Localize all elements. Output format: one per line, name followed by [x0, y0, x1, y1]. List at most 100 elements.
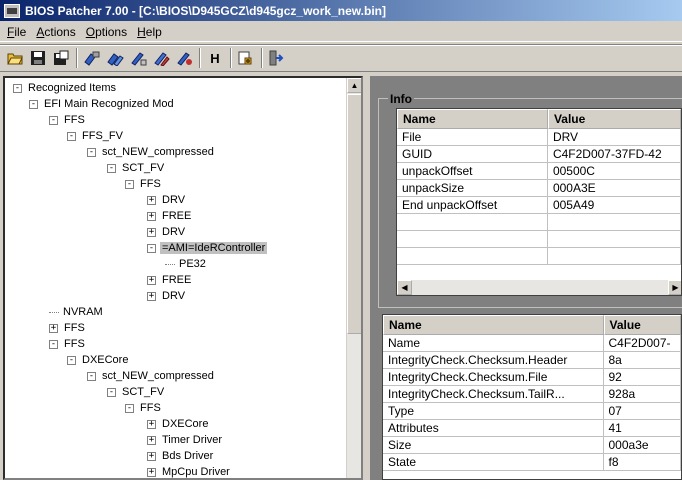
toolbar-separator: [199, 48, 201, 68]
tree-connector: [165, 263, 175, 265]
grid-row[interactable]: IntegrityCheck.Checksum.File 92: [383, 369, 681, 386]
menu-options[interactable]: Options: [81, 25, 132, 39]
grid-row[interactable]: unpackSize 000A3E: [397, 180, 681, 197]
tree-node[interactable]: + DRV: [147, 192, 187, 208]
tree-node-label: Bds Driver: [162, 450, 214, 462]
scroll-left-icon[interactable]: ◀: [397, 280, 412, 295]
expand-icon[interactable]: +: [147, 227, 156, 237]
tree-node[interactable]: - FFS: [49, 112, 87, 128]
cell-name: IntegrityCheck.Checksum.Header: [383, 352, 604, 368]
collapse-icon[interactable]: -: [125, 403, 134, 413]
info-horizontal-scrollbar[interactable]: ◀ ▶: [397, 280, 681, 295]
hex-icon[interactable]: H: [204, 47, 226, 69]
tree-node-label: DRV: [162, 290, 186, 302]
toolbar-separator: [230, 48, 232, 68]
expand-icon[interactable]: +: [147, 435, 156, 445]
tree-node[interactable]: - SCT_FV: [107, 160, 166, 176]
tree-node[interactable]: + FFS: [49, 320, 87, 336]
tree-node[interactable]: - FFS: [125, 400, 163, 416]
grid-row[interactable]: IntegrityCheck.Checksum.Header 8a: [383, 352, 681, 369]
tree-node[interactable]: + FREE: [147, 272, 193, 288]
tree-node[interactable]: + FREE: [147, 208, 193, 224]
replace-icon[interactable]: [173, 47, 195, 69]
collapse-icon[interactable]: -: [49, 339, 58, 349]
patch-all-icon[interactable]: [104, 47, 126, 69]
expand-icon[interactable]: +: [147, 291, 156, 301]
collapse-icon[interactable]: -: [107, 163, 116, 173]
grid-row[interactable]: IntegrityCheck.Checksum.TailR... 928a: [383, 386, 681, 403]
grid-row[interactable]: unpackOffset 00500C: [397, 163, 681, 180]
tree-node[interactable]: - SCT_FV: [107, 384, 166, 400]
scroll-right-icon[interactable]: ▶: [668, 280, 681, 295]
info-grid[interactable]: Name Value File DRV GUID C4F2D007-37FD-42 un…: [396, 108, 682, 296]
tree-node[interactable]: + DRV: [147, 224, 187, 240]
edit-all-icon[interactable]: [150, 47, 172, 69]
collapse-icon[interactable]: -: [29, 99, 38, 109]
save-disk-icon[interactable]: [27, 47, 49, 69]
collapse-icon[interactable]: -: [147, 243, 156, 253]
menu-file[interactable]: File: [2, 25, 31, 39]
tree-node[interactable]: + DRV: [147, 288, 187, 304]
grid-row[interactable]: Type 07: [383, 403, 681, 420]
tree-node[interactable]: - FFS_FV: [67, 128, 125, 144]
menu-help[interactable]: Help: [132, 25, 167, 39]
grid-row[interactable]: File DRV: [397, 129, 681, 146]
tree-node[interactable]: + MpCpu Driver: [147, 464, 232, 478]
grid-row[interactable]: Size 000a3e: [383, 437, 681, 454]
tree-node[interactable]: NVRAM: [49, 304, 105, 320]
tree-vertical-scrollbar[interactable]: ▲: [346, 78, 361, 478]
collapse-icon[interactable]: -: [125, 179, 134, 189]
expand-icon[interactable]: +: [147, 211, 156, 221]
tree-node[interactable]: - DXECore: [67, 352, 130, 368]
module-icon[interactable]: [235, 47, 257, 69]
tree-node[interactable]: - Recognized Items: [13, 80, 118, 96]
tree-node[interactable]: - =AMI=IdeRController: [147, 240, 268, 256]
collapse-icon[interactable]: -: [87, 371, 96, 381]
edit-icon[interactable]: [127, 47, 149, 69]
grid-row[interactable]: End unpackOffset 005A49: [397, 197, 681, 214]
cell-value: 005A49: [548, 197, 681, 213]
column-header-name[interactable]: Name: [397, 109, 548, 129]
grid-row[interactable]: Name C4F2D007-: [383, 335, 681, 352]
collapse-icon[interactable]: -: [49, 115, 58, 125]
collapse-icon[interactable]: -: [107, 387, 116, 397]
tree-node[interactable]: - sct_NEW_compressed: [87, 368, 216, 384]
scroll-up-icon[interactable]: ▲: [347, 78, 361, 93]
patch-icon[interactable]: [81, 47, 103, 69]
expand-icon[interactable]: +: [147, 419, 156, 429]
details-grid[interactable]: Name Value Name C4F2D007- IntegrityCheck.C…: [382, 314, 682, 480]
expand-icon[interactable]: +: [147, 275, 156, 285]
cell-value: 00500C: [548, 163, 681, 179]
tree-node[interactable]: PE32: [165, 256, 208, 272]
tree-node-label: =AMI=IdeRController: [160, 242, 268, 254]
column-header-value[interactable]: Value: [547, 109, 681, 129]
column-header-name[interactable]: Name: [383, 315, 604, 335]
tree-node[interactable]: - sct_NEW_compressed: [87, 144, 216, 160]
tree-node-label: FFS: [64, 114, 85, 126]
grid-row[interactable]: State f8: [383, 454, 681, 471]
tree-node[interactable]: + Bds Driver: [147, 448, 215, 464]
collapse-icon[interactable]: -: [87, 147, 96, 157]
scrollbar-thumb[interactable]: [347, 94, 361, 334]
expand-icon[interactable]: +: [49, 323, 58, 333]
column-header-value[interactable]: Value: [603, 315, 681, 335]
grid-row[interactable]: Attributes 41: [383, 420, 681, 437]
collapse-icon[interactable]: -: [13, 83, 22, 93]
exit-icon[interactable]: [266, 47, 288, 69]
empty-grid-row: [397, 214, 681, 231]
save-as-icon[interactable]: [50, 47, 72, 69]
tree-node[interactable]: - FFS: [49, 336, 87, 352]
collapse-icon[interactable]: -: [67, 355, 76, 365]
tree-node[interactable]: + DXECore: [147, 416, 210, 432]
empty-grid-row: [397, 231, 681, 248]
expand-icon[interactable]: +: [147, 195, 156, 205]
expand-icon[interactable]: +: [147, 451, 156, 461]
tree-node[interactable]: - EFI Main Recognized Mod: [29, 96, 176, 112]
menu-actions[interactable]: Actions: [31, 25, 80, 39]
collapse-icon[interactable]: -: [67, 131, 76, 141]
expand-icon[interactable]: +: [147, 467, 156, 477]
tree-node[interactable]: - FFS: [125, 176, 163, 192]
grid-row[interactable]: GUID C4F2D007-37FD-42: [397, 146, 681, 163]
open-folder-icon[interactable]: [4, 47, 26, 69]
tree-node[interactable]: + Timer Driver: [147, 432, 224, 448]
